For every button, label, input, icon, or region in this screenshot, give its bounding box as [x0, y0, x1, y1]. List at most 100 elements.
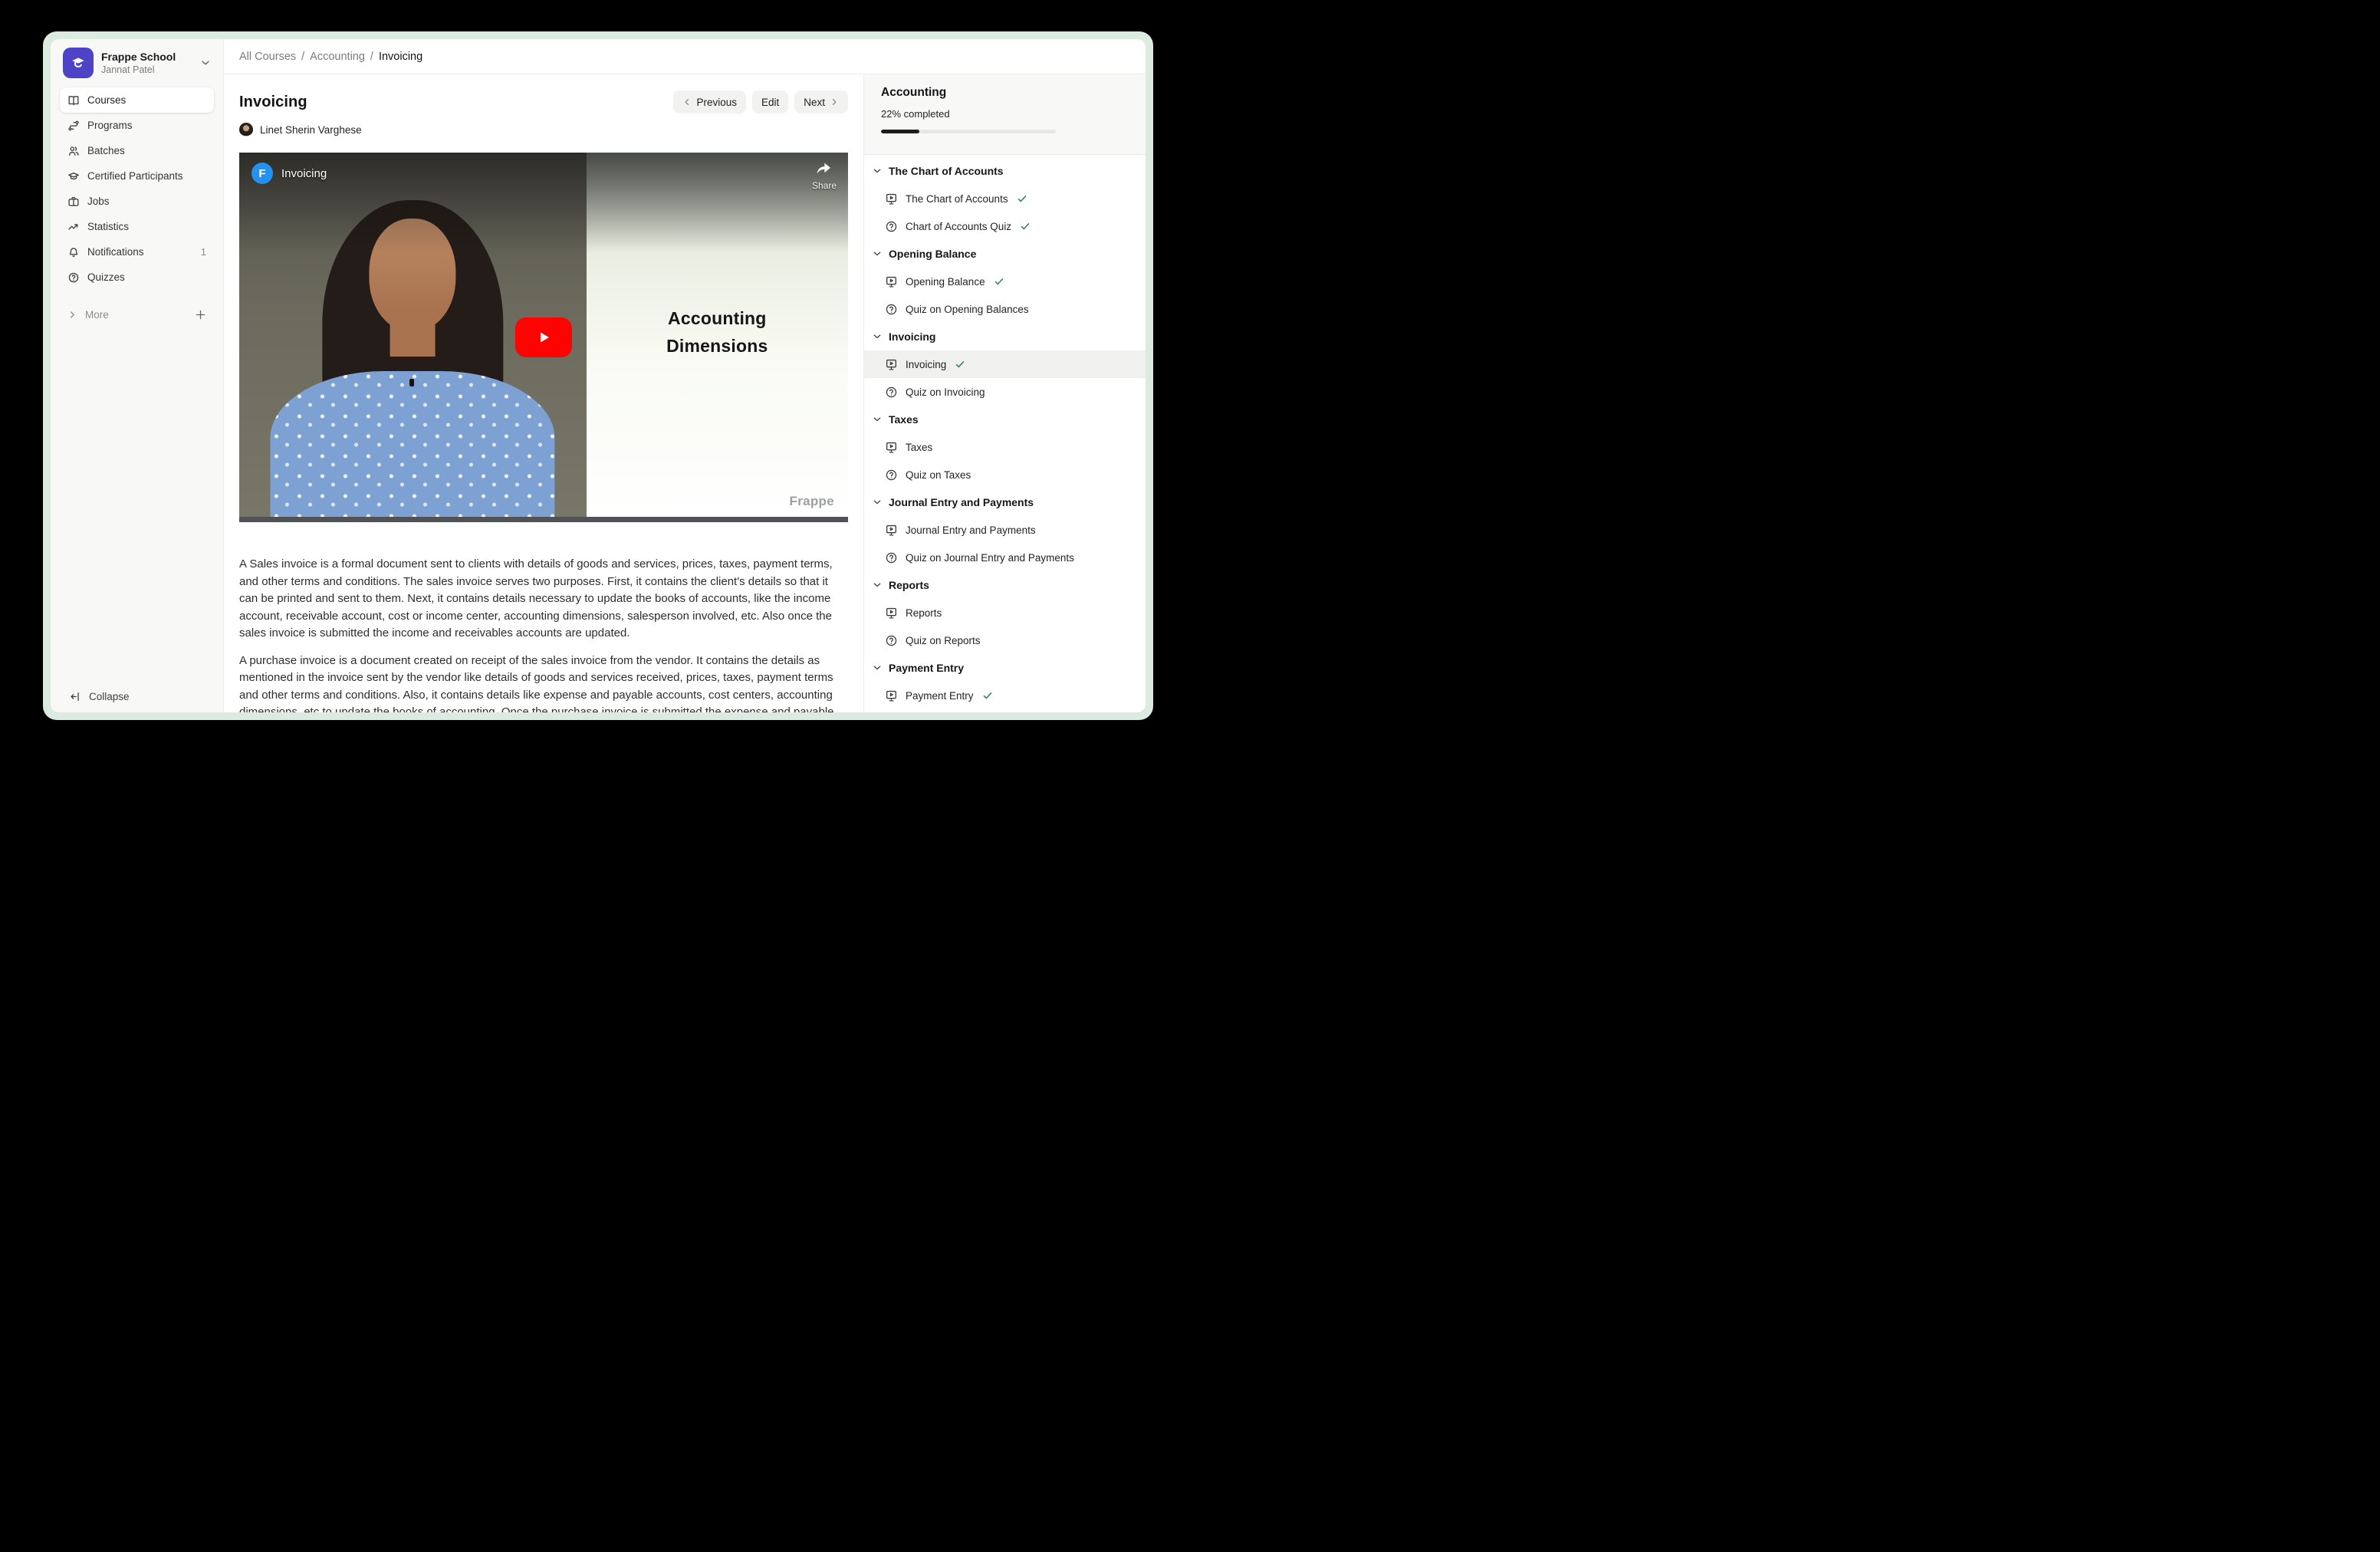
chevron-right-icon	[830, 97, 839, 107]
share-label: Share	[812, 180, 837, 191]
sidebar-item-batches[interactable]: Batches	[60, 138, 214, 163]
lesson-body: A Sales invoice is a formal document sen…	[239, 556, 848, 712]
video-lesson-icon	[885, 441, 898, 454]
collapse-label: Collapse	[89, 691, 130, 702]
video-lesson-icon	[885, 524, 898, 537]
course-outline-list[interactable]: The Chart of Accounts The Chart of Accou…	[864, 155, 1146, 712]
sidebar-item-programs[interactable]: Programs	[60, 113, 214, 138]
sidebar-item-more[interactable]: More	[60, 302, 214, 327]
breadcrumb: All Courses / Accounting / Invoicing	[224, 39, 1146, 74]
next-button[interactable]: Next	[794, 90, 848, 113]
chevron-left-icon	[682, 97, 692, 107]
outline-quiz-quiz-on-taxes[interactable]: Quiz on Taxes	[864, 461, 1146, 488]
user-name: Jannat Patel	[101, 64, 192, 75]
sidebar-item-statistics[interactable]: Statistics	[60, 214, 214, 239]
breadcrumb-all-courses[interactable]: All Courses	[239, 51, 296, 63]
share-icon	[814, 165, 833, 178]
workspace-switcher[interactable]: Frappe School Jannat Patel	[51, 39, 223, 84]
course-outline-panel: Accounting 22% completed The Chart of Ac…	[863, 74, 1146, 712]
outline-quiz-quiz-on-opening-balances[interactable]: Quiz on Opening Balances	[864, 295, 1146, 323]
outline-quiz-quiz-on-reports[interactable]: Quiz on Reports	[864, 626, 1146, 654]
slide-line-2: Dimensions	[666, 333, 768, 360]
video-lesson-icon	[885, 358, 898, 371]
more-label: More	[85, 309, 109, 321]
page-title: Invoicing	[239, 94, 307, 111]
edit-button[interactable]: Edit	[752, 90, 788, 113]
check-icon	[1020, 221, 1031, 232]
briefcase-icon	[67, 196, 80, 208]
breadcrumb-current: Invoicing	[379, 51, 422, 63]
school-name: Frappe School	[101, 51, 192, 63]
share-button[interactable]: Share	[812, 159, 837, 191]
author-row: Linet Sherin Varghese	[239, 123, 848, 136]
app-window: Frappe School Jannat Patel Courses Progr…	[51, 39, 1146, 712]
frappe-watermark: Frappe	[790, 494, 834, 509]
breadcrumb-separator: /	[370, 51, 373, 63]
outline-lesson-taxes[interactable]: Taxes	[864, 433, 1146, 461]
outline-lesson-the-chart-of-accounts[interactable]: The Chart of Accounts	[864, 185, 1146, 212]
sidebar-nav: Courses Programs Batches Certified Parti…	[51, 84, 223, 290]
outline-lesson-payment-entry[interactable]: Payment Entry	[864, 682, 1146, 709]
lesson-main[interactable]: Invoicing Previous Edit	[224, 74, 863, 712]
trending-up-icon	[67, 221, 80, 233]
chevron-down-icon[interactable]	[200, 58, 212, 68]
check-icon	[955, 359, 965, 370]
previous-button[interactable]: Previous	[673, 90, 746, 113]
breadcrumb-accounting[interactable]: Accounting	[310, 51, 365, 63]
app-window-frame: Frappe School Jannat Patel Courses Progr…	[43, 31, 1153, 720]
plus-icon[interactable]	[195, 309, 206, 321]
course-progress-track	[881, 130, 1056, 133]
chevron-down-icon	[873, 166, 882, 176]
chapter-journal-entry-and-payments[interactable]: Journal Entry and Payments	[864, 488, 1146, 516]
sidebar-item-notifications[interactable]: Notifications 1	[60, 239, 214, 265]
chevron-down-icon	[873, 415, 882, 424]
chevron-down-icon	[873, 663, 882, 672]
quiz-icon	[885, 220, 898, 233]
bell-icon	[67, 246, 80, 258]
quiz-icon	[885, 303, 898, 316]
chapter-payment-entry[interactable]: Payment Entry	[864, 654, 1146, 682]
chapter-invoicing[interactable]: Invoicing	[864, 323, 1146, 350]
quiz-icon	[885, 386, 898, 399]
chevron-down-icon	[873, 332, 882, 341]
sidebar-item-jobs[interactable]: Jobs	[60, 189, 214, 214]
check-icon	[982, 690, 993, 701]
video-progress-bar[interactable]	[239, 517, 848, 522]
chapter-opening-balance[interactable]: Opening Balance	[864, 240, 1146, 268]
check-icon	[994, 276, 1004, 287]
outline-quiz-quiz-on-journal-entry-and-payments[interactable]: Quiz on Journal Entry and Payments	[864, 544, 1146, 571]
video-title: Invoicing	[281, 167, 327, 180]
play-button[interactable]	[515, 317, 572, 357]
chapter-reports[interactable]: Reports	[864, 571, 1146, 599]
course-progress-fill	[881, 130, 919, 133]
chapter-taxes[interactable]: Taxes	[864, 406, 1146, 433]
course-title: Accounting	[881, 86, 1129, 100]
quiz-icon	[885, 634, 898, 647]
video-lesson-icon	[885, 689, 898, 702]
outline-quiz-chart-of-accounts-quiz[interactable]: Chart of Accounts Quiz	[864, 212, 1146, 240]
sidebar-item-courses[interactable]: Courses	[60, 87, 214, 113]
outline-quiz-quiz-on-invoicing[interactable]: Quiz on Invoicing	[864, 378, 1146, 406]
sidebar-item-quizzes[interactable]: Quizzes	[60, 265, 214, 290]
sidebar-item-certified-participants[interactable]: Certified Participants	[60, 163, 214, 189]
chevron-down-icon	[873, 498, 882, 507]
quiz-icon	[885, 551, 898, 564]
lesson-paragraph: A Sales invoice is a formal document sen…	[239, 556, 848, 643]
author-avatar	[239, 123, 253, 136]
video-player[interactable]: Accounting Dimensions F Invoicing	[239, 153, 848, 522]
users-icon	[67, 145, 80, 157]
outline-lesson-invoicing[interactable]: Invoicing	[864, 350, 1146, 378]
outline-lesson-journal-entry-and-payments[interactable]: Journal Entry and Payments	[864, 516, 1146, 544]
notification-badge: 1	[201, 246, 206, 258]
video-lesson-icon	[885, 607, 898, 620]
chevron-down-icon	[873, 580, 882, 590]
outline-lesson-opening-balance[interactable]: Opening Balance	[864, 268, 1146, 295]
quiz-icon	[885, 469, 898, 482]
sidebar-collapse-button[interactable]: Collapse	[70, 691, 130, 702]
frappe-school-logo	[63, 48, 94, 78]
channel-avatar[interactable]: F	[251, 163, 273, 184]
outline-lesson-reports[interactable]: Reports	[864, 599, 1146, 626]
graduation-cap-icon	[67, 170, 80, 182]
check-icon	[1017, 193, 1027, 204]
chapter-the-chart-of-accounts[interactable]: The Chart of Accounts	[864, 157, 1146, 185]
